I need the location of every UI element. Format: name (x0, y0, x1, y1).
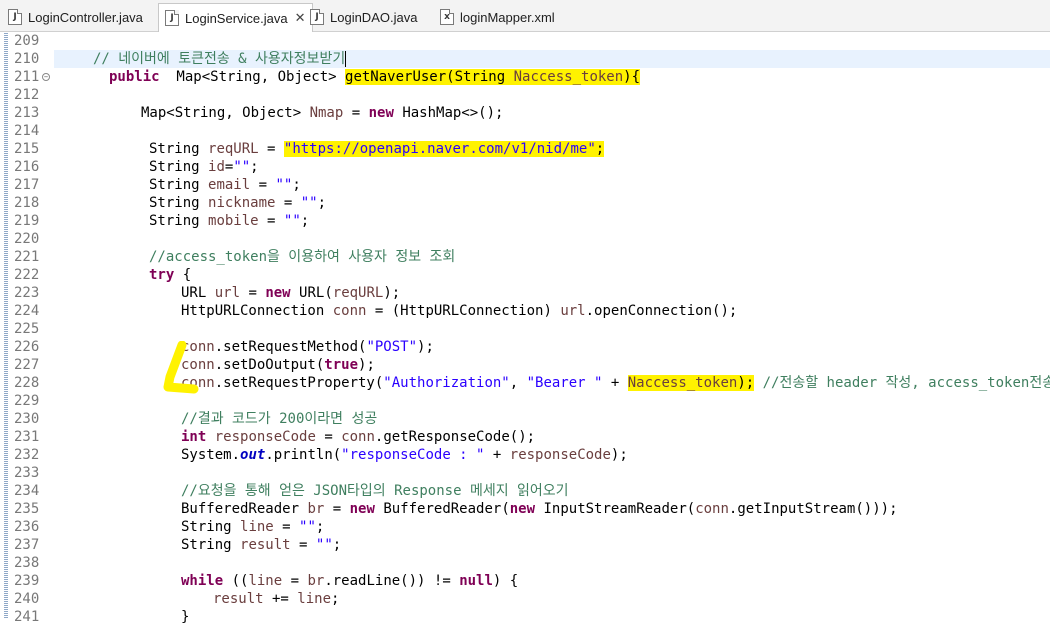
code-line: 217 String email = ""; (14, 177, 301, 193)
line-number: 228 (14, 375, 40, 391)
tab-label: LoginService.java (185, 10, 288, 26)
code-line: 220 (0, 230, 1050, 248)
code-string: "Bearer " (526, 375, 603, 391)
java-file-icon: J (8, 9, 22, 25)
line-number: 234 (14, 483, 40, 499)
code-line: 212 (0, 86, 1050, 104)
code-line: 226 conn.setRequestMethod("POST"); (14, 339, 434, 355)
line-number: 222 (14, 267, 40, 283)
code-line: 231 int responseCode = conn.getResponseC… (14, 429, 536, 445)
xml-file-icon: x (440, 9, 454, 25)
fold-toggle-icon[interactable]: − (42, 73, 50, 81)
code-string: "" (283, 213, 301, 229)
line-number: 230 (14, 411, 40, 427)
code-line: 238 (0, 554, 1050, 572)
close-icon[interactable]: ✕ (295, 11, 306, 26)
line-number: 223 (14, 285, 40, 301)
code-string: "responseCode : " (341, 447, 485, 463)
editor-tab-bar: J LoginController.java J LoginService.ja… (0, 0, 1050, 32)
code-line: 210 // 네이버에 토큰전송 & 사용자정보받기 (0, 50, 1050, 68)
code-line: 233 (0, 464, 1050, 482)
code-line: 230 //결과 코드가 200이라면 성공 (0, 410, 1050, 428)
code-line: 234 //요청을 통해 얻은 JSON타입의 Response 메세지 읽어오… (0, 482, 1050, 500)
line-number: 227 (14, 357, 40, 373)
code-line: 225 (0, 320, 1050, 338)
line-number: 233 (14, 465, 40, 481)
line-number: 214 (14, 123, 40, 139)
code-string: "" (300, 195, 318, 211)
code-line: 236 String line = ""; (14, 519, 325, 535)
code-line: 228 conn.setRequestProperty("Authorizati… (0, 374, 1050, 392)
code-string: "Authorization" (383, 375, 510, 391)
line-number: 220 (14, 231, 40, 247)
line-number: 224 (14, 303, 40, 319)
tab-login-controller[interactable]: J LoginController.java (8, 3, 143, 31)
tab-login-service[interactable]: J LoginService.java ✕ (158, 3, 313, 32)
code-line: 222 try { (14, 267, 192, 283)
line-number: 229 (14, 393, 40, 409)
code-line: 213 Map<String, Object> Nmap = new HashM… (14, 105, 504, 121)
line-number: 213 (14, 105, 40, 121)
code-line: 237 String result = ""; (14, 537, 342, 553)
code-line: 229 (0, 392, 1050, 410)
line-number: 240 (14, 591, 40, 607)
line-number: 225 (14, 321, 40, 337)
code-comment: //요청을 통해 얻은 JSON타입의 Response 메세지 읽어오기 (181, 483, 569, 499)
line-number: 232 (14, 447, 40, 463)
tab-label: LoginController.java (28, 9, 143, 25)
code-string: "" (233, 159, 251, 175)
code-line: 218 String nickname = ""; (14, 195, 327, 211)
line-number: 236 (14, 519, 40, 535)
code-line: 224 HttpURLConnection conn = (HttpURLCon… (14, 303, 738, 319)
tab-login-mapper[interactable]: x loginMapper.xml (440, 3, 555, 31)
line-number: 212 (14, 87, 40, 103)
line-number: 210 (14, 51, 40, 67)
code-line: 216 String id=""; (14, 159, 259, 175)
code-line: 223 URL url = new URL(reqURL); (14, 285, 401, 301)
line-number: 238 (14, 555, 40, 571)
code-comment: // 네이버에 토큰전송 & 사용자정보받기 (93, 51, 346, 67)
code-line: 219 String mobile = ""; (14, 213, 310, 229)
code-line: 239 while ((line = br.readLine()) != nul… (14, 573, 519, 589)
code-editor[interactable]: 209 210 // 네이버에 토큰전송 & 사용자정보받기 211 − pub… (0, 32, 1050, 625)
code-comment: //결과 코드가 200이라면 성공 (181, 411, 378, 427)
code-line: 232 System.out.println("responseCode : "… (14, 447, 628, 463)
code-string: "" (275, 177, 293, 193)
line-number: 209 (14, 33, 40, 49)
code-string: "" (299, 519, 316, 535)
line-number: 226 (14, 339, 40, 355)
tab-login-dao[interactable]: J LoginDAO.java (310, 3, 417, 31)
java-file-icon: J (165, 10, 179, 26)
java-file-icon: J (310, 9, 324, 25)
code-line: 211 − public Map<String, Object> getNave… (14, 69, 641, 85)
line-number: 237 (14, 537, 40, 553)
code-string: "POST" (366, 339, 418, 355)
line-number: 219 (14, 213, 40, 229)
line-number: 218 (14, 195, 40, 211)
tab-label: loginMapper.xml (460, 9, 555, 25)
code-line: 214 (0, 122, 1050, 140)
line-number: 239 (14, 573, 40, 589)
line-number: 231 (14, 429, 40, 445)
code-comment: //access_token을 이용하여 사용자 정보 조회 (149, 249, 456, 265)
text-caret (345, 51, 347, 67)
code-line: 209 (0, 32, 1050, 50)
line-number: 241 (14, 609, 40, 625)
code-line: 227 conn.setDoOutput(true); (14, 357, 375, 373)
code-line: 215 String reqURL = "https://openapi.nav… (14, 141, 605, 157)
code-line: 241 } (14, 609, 190, 625)
tab-label: LoginDAO.java (330, 9, 418, 25)
line-number: 215 (14, 141, 40, 157)
line-number: 221 (14, 249, 40, 265)
code-line: 240 result += line; (14, 591, 340, 607)
line-number: 217 (14, 177, 40, 193)
code-string: "https://openapi.naver.com/v1/nid/me" (283, 141, 596, 157)
code-string: "" (315, 537, 333, 553)
code-line: 221 //access_token을 이용하여 사용자 정보 조회 (0, 248, 1050, 266)
line-number: 235 (14, 501, 40, 517)
code-comment: //전송할 header 작성, access_token전송 (762, 375, 1050, 391)
highlighter-bracket-mark (163, 341, 199, 394)
line-number: 216 (14, 159, 40, 175)
code-line: 235 BufferedReader br = new BufferedRead… (14, 501, 898, 517)
